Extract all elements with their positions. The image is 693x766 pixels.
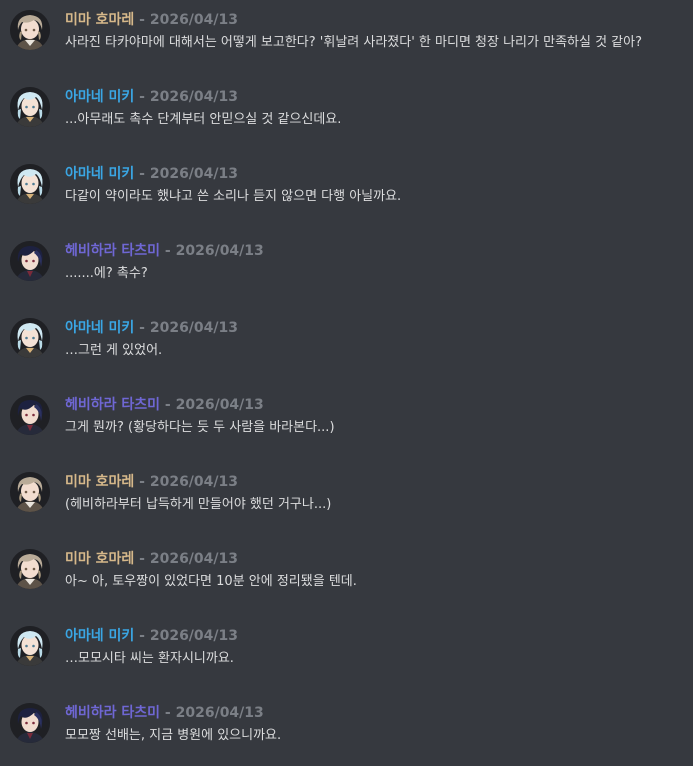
timestamp: 2026/04/13 (149, 166, 238, 182)
timestamp: 2026/04/13 (149, 12, 238, 28)
message-7: 미마 호마레 - 2026/04/13 (헤비하라부터 납득하게 만들어야 했던… (0, 472, 693, 532)
avatar-mima-portrait (10, 472, 50, 512)
message-5: 아마네 미키 - 2026/04/13 …그런 게 있었어. (0, 318, 693, 378)
message-header: 아마네 미키 - 2026/04/13 (65, 627, 238, 645)
avatar-amane-portrait (10, 164, 50, 204)
avatar-hebihara-portrait (10, 395, 50, 435)
avatar-amane[interactable] (10, 87, 50, 127)
message-3: 아마네 미키 - 2026/04/13 다같이 약이라도 했냐고 쓴 소리나 듣… (0, 164, 693, 224)
message-text: 아~ 아, 토우짱이 있었다면 10분 안에 정리됐을 텐데. (65, 574, 357, 589)
avatar-hebihara[interactable] (10, 703, 50, 743)
timestamp: 2026/04/13 (175, 243, 264, 259)
message-text: .......에? 촉수? (65, 266, 148, 281)
chat-log: 미마 호마레 - 2026/04/13 사라진 타카야마에 대해서는 어떻게 보… (0, 0, 693, 766)
message-header: 미마 호마레 - 2026/04/13 (65, 11, 238, 29)
message-2: 아마네 미키 - 2026/04/13 ...아무래도 촉수 단계부터 안믿으실… (0, 87, 693, 147)
avatar-amane-portrait (10, 318, 50, 358)
timestamp: 2026/04/13 (149, 89, 238, 105)
separator: - (164, 705, 176, 721)
avatar-hebihara-portrait (10, 241, 50, 281)
timestamp: 2026/04/13 (149, 628, 238, 644)
timestamp: 2026/04/13 (175, 397, 264, 413)
avatar-amane[interactable] (10, 626, 50, 666)
message-text: 사라진 타카야마에 대해서는 어떻게 보고한다? '휘날려 사라졌다' 한 마디… (65, 35, 642, 50)
timestamp: 2026/04/13 (149, 551, 238, 567)
message-6: 헤비하라 타츠미 - 2026/04/13 그게 뭔까? (황당하다는 듯 두 … (0, 395, 693, 455)
message-header: 아마네 미키 - 2026/04/13 (65, 165, 238, 183)
message-4: 헤비하라 타츠미 - 2026/04/13 .......에? 촉수? (0, 241, 693, 301)
message-header: 미마 호마레 - 2026/04/13 (65, 550, 238, 568)
avatar-mima[interactable] (10, 472, 50, 512)
avatar-mima-portrait (10, 549, 50, 589)
avatar-mima[interactable] (10, 10, 50, 50)
separator: - (139, 551, 150, 567)
message-9: 아마네 미키 - 2026/04/13 …모모시타 씨는 환자시니까요. (0, 626, 693, 686)
separator: - (139, 474, 150, 490)
separator: - (164, 397, 176, 413)
message-header: 헤비하라 타츠미 - 2026/04/13 (65, 396, 264, 414)
avatar-amane-portrait (10, 626, 50, 666)
avatar-amane[interactable] (10, 164, 50, 204)
separator: - (139, 12, 150, 28)
avatar-hebihara-portrait (10, 703, 50, 743)
avatar-amane-portrait (10, 87, 50, 127)
message-header: 헤비하라 타츠미 - 2026/04/13 (65, 704, 264, 722)
author-name[interactable]: 미마 호마레 (65, 12, 134, 28)
separator: - (164, 243, 176, 259)
message-header: 아마네 미키 - 2026/04/13 (65, 319, 238, 337)
separator: - (139, 89, 150, 105)
author-name[interactable]: 미마 호마레 (65, 474, 134, 490)
message-header: 미마 호마레 - 2026/04/13 (65, 473, 238, 491)
author-name[interactable]: 헤비하라 타츠미 (65, 397, 160, 413)
message-1: 미마 호마레 - 2026/04/13 사라진 타카야마에 대해서는 어떻게 보… (0, 10, 693, 70)
avatar-mima[interactable] (10, 549, 50, 589)
message-text: (헤비하라부터 납득하게 만들어야 했던 거구나...) (65, 497, 332, 512)
author-name[interactable]: 아마네 미키 (65, 89, 134, 105)
author-name[interactable]: 미마 호마레 (65, 551, 134, 567)
timestamp: 2026/04/13 (149, 474, 238, 490)
author-name[interactable]: 헤비하라 타츠미 (65, 243, 160, 259)
timestamp: 2026/04/13 (149, 320, 238, 336)
message-10: 헤비하라 타츠미 - 2026/04/13 모모짱 선배는, 지금 병원에 있으… (0, 703, 693, 763)
author-name[interactable]: 아마네 미키 (65, 166, 134, 182)
message-text: 모모짱 선배는, 지금 병원에 있으니까요. (65, 728, 282, 743)
author-name[interactable]: 아마네 미키 (65, 628, 134, 644)
author-name[interactable]: 아마네 미키 (65, 320, 134, 336)
avatar-amane[interactable] (10, 318, 50, 358)
message-text: …모모시타 씨는 환자시니까요. (65, 651, 234, 666)
message-text: 다같이 약이라도 했냐고 쓴 소리나 듣지 않으면 다행 아닐까요. (65, 189, 402, 204)
avatar-hebihara[interactable] (10, 395, 50, 435)
avatar-mima-portrait (10, 10, 50, 50)
message-text: ...아무래도 촉수 단계부터 안믿으실 것 같으신데요. (65, 112, 342, 127)
avatar-hebihara[interactable] (10, 241, 50, 281)
timestamp: 2026/04/13 (175, 705, 264, 721)
message-header: 아마네 미키 - 2026/04/13 (65, 88, 238, 106)
separator: - (139, 166, 150, 182)
message-text: …그런 게 있었어. (65, 343, 163, 358)
author-name[interactable]: 헤비하라 타츠미 (65, 705, 160, 721)
message-8: 미마 호마레 - 2026/04/13 아~ 아, 토우짱이 있었다면 10분 … (0, 549, 693, 609)
separator: - (139, 320, 150, 336)
separator: - (139, 628, 150, 644)
message-text: 그게 뭔까? (황당하다는 듯 두 사람을 바라본다...) (65, 420, 335, 435)
message-header: 헤비하라 타츠미 - 2026/04/13 (65, 242, 264, 260)
